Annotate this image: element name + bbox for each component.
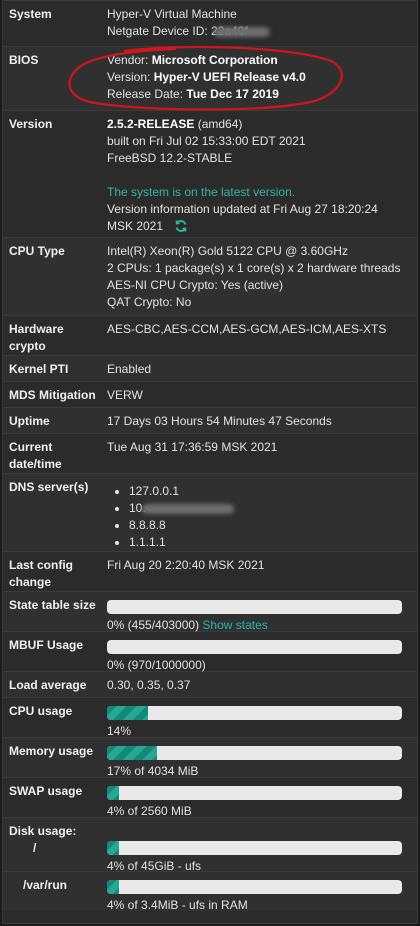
cpu-aesni: AES-NI CPU Crypto: Yes (active) <box>107 278 284 292</box>
version-updated-line2: MSK 2021 <box>107 219 164 233</box>
hardware-crypto-label-2: crypto <box>9 339 46 353</box>
row-disk-usage-var-run: /var/run 4% of 3.4MiB - ufs in RAM <box>3 871 417 912</box>
dns-server-item: 1.1.1.1 <box>129 534 411 551</box>
dns-label: DNS server(s) <box>9 480 89 494</box>
disk-var-run-label: /var/run <box>23 878 68 892</box>
row-system: System Hyper-V Virtual Machine Netgate D… <box>3 1 417 46</box>
row-mbuf-usage: MBUF Usage 0% (970/1000000) <box>3 631 417 672</box>
last-config-label-1: Last config <box>9 558 74 572</box>
last-config-label-2: change <box>9 575 52 589</box>
mds-label: MDS Mitigation <box>9 388 96 402</box>
version-label: Version <box>9 117 53 131</box>
disk-var-run-progress <box>107 880 402 894</box>
bios-version-key: Version: <box>107 70 154 84</box>
cpu-qat: QAT Crypto: No <box>107 295 192 309</box>
disk-var-run-text: 4% of 3.4MiB - ufs in RAM <box>107 898 248 912</box>
cpu-topology: 2 CPUs: 1 package(s) x 1 core(s) x 2 har… <box>107 261 401 275</box>
datetime-value: Tue Aug 31 17:36:59 MSK 2021 <box>107 440 278 454</box>
row-cpu-type: CPU Type Intel(R) Xeon(R) Gold 5122 CPU … <box>3 237 417 315</box>
uptime-value: 17 Days 03 Hours 54 Minutes 47 Seconds <box>107 414 332 428</box>
hardware-crypto-label-1: Hardware <box>9 322 64 336</box>
row-bios: BIOS Vendor: Microsoft Corporation Versi… <box>3 46 417 110</box>
row-disk-usage-root: Disk usage: / 4% of 45GiB - ufs <box>3 817 417 873</box>
row-memory-usage: Memory usage 17% of 4034 MiB <box>3 737 417 778</box>
datetime-label-2: date/time <box>9 457 62 471</box>
load-label: Load average <box>9 678 87 692</box>
system-model: Hyper-V Virtual Machine <box>107 7 237 21</box>
mbuf-label: MBUF Usage <box>9 638 84 652</box>
row-hardware-crypto: Hardware crypto AES-CBC,AES-CCM,AES-GCM,… <box>3 315 417 355</box>
state-table-progress <box>107 600 402 614</box>
row-version: Version 2.5.2-RELEASE (amd64) built on F… <box>3 110 417 237</box>
version-status: The system is on the latest version. <box>107 185 296 199</box>
cpu-model: Intel(R) Xeon(R) Gold 5122 CPU @ 3.60GHz <box>107 244 348 258</box>
system-label: System <box>9 7 52 21</box>
row-load-average: Load average 0.30, 0.35, 0.37 <box>3 671 417 697</box>
uptime-label: Uptime <box>9 414 50 428</box>
disk-root-progress <box>107 841 402 855</box>
mbuf-progress <box>107 640 402 654</box>
disk-usage-label: Disk usage: <box>9 824 77 838</box>
disk-root-label: / <box>33 841 37 855</box>
datetime-label-1: Current <box>9 440 53 454</box>
dns-server-item: 10. <box>129 500 411 517</box>
row-mds-mitigation: MDS Mitigation VERW <box>3 381 417 407</box>
bios-version: Hyper-V UEFI Release v4.0 <box>153 70 306 84</box>
bios-date-key: Release Date: <box>107 87 187 101</box>
version-built: built on Fri Jul 02 15:33:00 EDT 2021 <box>107 134 306 148</box>
version-updated-line1: Version information updated at Fri Aug 2… <box>107 202 378 216</box>
memory-progress <box>107 746 402 760</box>
swap-label: SWAP usage <box>9 784 83 798</box>
version-release: 2.5.2-RELEASE <box>107 117 195 131</box>
row-current-datetime: Current date/time Tue Aug 31 17:36:59 MS… <box>3 433 417 473</box>
row-uptime: Uptime 17 Days 03 Hours 54 Minutes 47 Se… <box>3 407 417 433</box>
kernel-pti-label: Kernel PTI <box>9 362 69 376</box>
memory-label: Memory usage <box>9 744 94 758</box>
row-kernel-pti: Kernel PTI Enabled <box>3 355 417 381</box>
bios-label: BIOS <box>9 53 39 67</box>
dns-redaction <box>141 503 234 514</box>
device-id-redaction <box>213 26 270 37</box>
system-information-panel: System Hyper-V Virtual Machine Netgate D… <box>2 0 418 924</box>
refresh-icon[interactable] <box>174 219 188 233</box>
bios-vendor: Microsoft Corporation <box>151 53 278 67</box>
row-swap-usage: SWAP usage 4% of 2560 MiB <box>3 777 417 818</box>
hardware-crypto-value: AES-CBC,AES-CCM,AES-GCM,AES-ICM,AES-XTS <box>107 322 387 336</box>
show-states-link[interactable]: Show states <box>202 618 267 632</box>
row-state-table-size: State table size 0% (455/403000) Show st… <box>3 591 417 632</box>
swap-progress <box>107 786 402 800</box>
dns-server-item: 127.0.0.1 <box>129 483 411 500</box>
version-arch: (amd64) <box>194 117 243 131</box>
row-dns-servers: DNS server(s) 127.0.0.1 10. 8.8.8.8 1.1.… <box>3 473 417 551</box>
row-last-config-change: Last config change Fri Aug 20 2:20:40 MS… <box>3 551 417 591</box>
mds-value: VERW <box>107 388 143 402</box>
row-cpu-usage: CPU usage 14% <box>3 697 417 738</box>
bios-vendor-key: Vendor: <box>107 53 152 67</box>
kernel-pti-value: Enabled <box>107 362 152 376</box>
cpu-usage-label: CPU usage <box>9 704 73 718</box>
last-config-value: Fri Aug 20 2:20:40 MSK 2021 <box>107 558 265 572</box>
dns-server-item: 8.8.8.8 <box>129 517 411 534</box>
cpu-usage-progress <box>107 706 402 720</box>
version-os: FreeBSD 12.2-STABLE <box>107 151 233 165</box>
state-table-text: 0% (455/403000) <box>107 618 200 632</box>
bios-date: Tue Dec 17 2019 <box>186 87 279 101</box>
cpu-type-label: CPU Type <box>9 244 65 258</box>
load-value: 0.30, 0.35, 0.37 <box>107 678 191 692</box>
state-table-label: State table size <box>9 598 96 612</box>
dns-list: 127.0.0.1 10. 8.8.8.8 1.1.1.1 <box>107 483 411 551</box>
